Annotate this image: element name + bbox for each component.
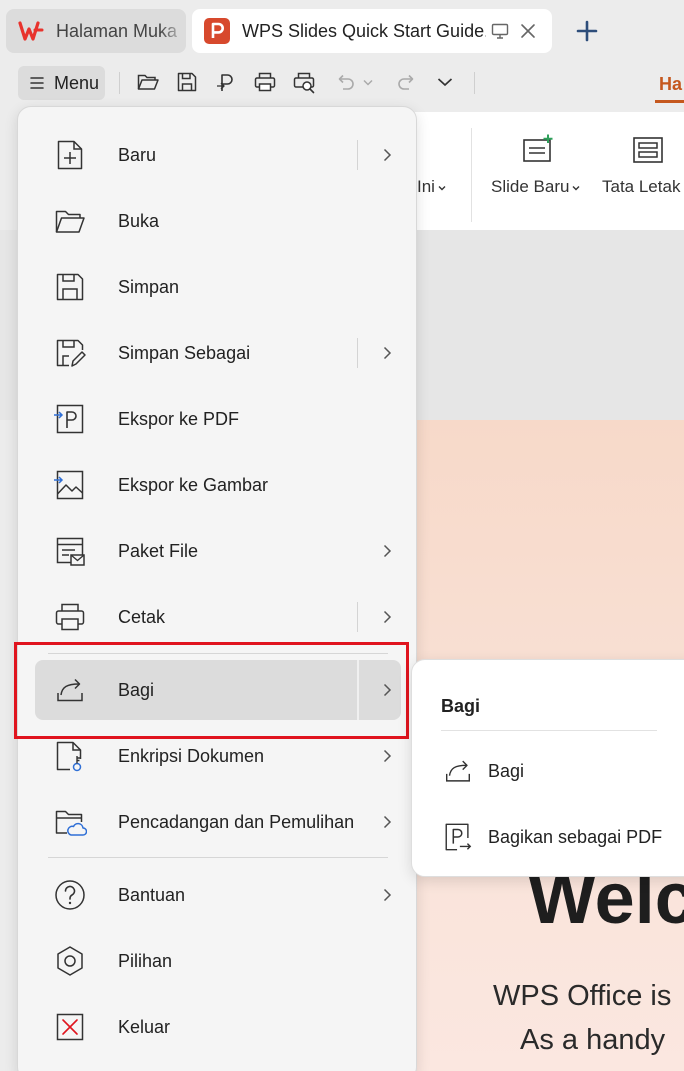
package-file-icon <box>56 537 85 566</box>
layout-button[interactable]: Tata Letak <box>602 177 680 197</box>
share-submenu: Bagi Bagi Bagikan sebagai PDF <box>411 659 684 877</box>
menu-item-label: Cetak <box>118 606 166 627</box>
wps-logo-icon <box>18 21 44 41</box>
chevron-right-icon[interactable] <box>380 610 394 624</box>
chevron-right-icon[interactable] <box>380 749 394 763</box>
new-file-icon <box>57 140 83 170</box>
menu-item-label: Ekspor ke Gambar <box>118 474 269 495</box>
new-tab-plus-icon[interactable] <box>573 17 601 45</box>
tab-bar: Halaman Muka WPS Slides Quick Start Guid… <box>0 0 684 62</box>
backup-restore-icon <box>55 810 87 836</box>
undo-dropdown-icon[interactable] <box>360 70 376 94</box>
menu-item-pilihan[interactable]: Pilihan <box>35 931 401 991</box>
submenu-title: Bagi <box>441 696 481 716</box>
print-icon[interactable] <box>253 70 277 94</box>
menu-item-label: Baru <box>118 144 157 165</box>
menu-item-label: Pilihan <box>118 950 173 971</box>
quick-toolbar: Menu Ha <box>0 62 684 104</box>
menu-item-bantuan[interactable]: Bantuan <box>35 865 401 925</box>
menu-divider <box>48 857 388 858</box>
menu-button-label: Menu <box>54 72 100 93</box>
share-pdf-icon <box>445 823 472 851</box>
ribbon-tab-home[interactable]: Ha <box>659 74 682 95</box>
slide-body-line-1: WPS Office is <box>493 980 672 1012</box>
ribbon-partial-label[interactable]: Ini <box>417 177 447 197</box>
chevron-right-icon[interactable] <box>380 815 394 829</box>
menu-item-ekspor-pdf[interactable]: Ekspor ke PDF <box>35 389 401 449</box>
undo-icon[interactable] <box>334 70 358 94</box>
menu-item-label: Bantuan <box>118 884 186 905</box>
menu-item-label: Ekspor ke PDF <box>118 408 240 429</box>
open-folder-icon[interactable] <box>136 70 160 94</box>
menu-item-keluar[interactable]: Keluar <box>35 997 401 1057</box>
menu-item-label: Paket File <box>118 540 199 561</box>
export-pdf-icon <box>54 404 84 434</box>
layout-icon[interactable] <box>631 134 665 166</box>
monitor-icon[interactable] <box>490 21 510 41</box>
tab-home-title: Halaman Muka <box>56 20 178 41</box>
print-icon <box>55 603 85 631</box>
hamburger-icon <box>30 77 44 89</box>
save-icon <box>56 273 84 301</box>
export-image-icon <box>54 470 84 500</box>
menu-item-buka[interactable]: Buka <box>35 191 401 251</box>
toolbar-separator <box>119 72 120 94</box>
save-as-icon <box>56 339 86 367</box>
menu-item-label: Simpan <box>118 276 180 297</box>
wps-slides-logo-icon <box>204 18 230 44</box>
slide-body-line-2: As a handy <box>520 1024 666 1056</box>
submenu-item-bagikan-pdf[interactable]: Bagikan sebagai PDF <box>430 809 684 865</box>
options-icon <box>57 946 83 976</box>
submenu-item-bagi[interactable]: Bagi <box>430 743 684 799</box>
tab-document-title: WPS Slides Quick Start Guide.pptx <box>242 20 486 41</box>
submenu-item-label: Bagi <box>488 760 525 781</box>
menu-item-separator <box>357 602 358 632</box>
print-preview-icon[interactable] <box>292 70 316 94</box>
main-menu-panel: Baru Buka Simpan Simpan Sebagai Ekspor k… <box>17 106 417 1071</box>
share-icon <box>446 760 470 782</box>
encrypt-document-icon <box>56 741 82 772</box>
tab-home[interactable]: Halaman Muka <box>6 9 186 53</box>
help-icon <box>55 880 85 910</box>
close-tab-icon[interactable] <box>518 21 538 41</box>
submenu-item-label: Bagikan sebagai PDF <box>488 826 663 847</box>
menu-item-label: Buka <box>118 210 160 231</box>
menu-item-baru[interactable]: Baru <box>35 125 401 185</box>
menu-item-label: Simpan Sebagai <box>118 342 251 363</box>
menu-item-label: Pencadangan dan Pemulihan <box>118 811 355 832</box>
ribbon-panel: Ini Slide Baru Tata Letak <box>410 112 684 230</box>
chevron-right-icon[interactable] <box>380 544 394 558</box>
menu-item-separator <box>357 140 358 170</box>
tab-document[interactable]: WPS Slides Quick Start Guide.pptx <box>192 9 552 53</box>
chevron-down-icon <box>438 185 446 191</box>
more-chevron-down-icon[interactable] <box>433 70 457 94</box>
menu-item-label: Enkripsi Dokumen <box>118 745 265 766</box>
submenu-divider <box>441 730 657 731</box>
menu-item-pencadangan-pemulihan[interactable]: Pencadangan dan Pemulihan <box>35 792 401 852</box>
menu-item-label: Keluar <box>118 1016 171 1037</box>
menu-button[interactable]: Menu <box>18 66 105 100</box>
new-slide-button[interactable]: Slide Baru <box>491 177 581 197</box>
menu-item-simpan-sebagai[interactable]: Simpan Sebagai <box>35 323 401 383</box>
chevron-right-icon[interactable] <box>380 148 394 162</box>
menu-item-cetak[interactable]: Cetak <box>35 587 401 647</box>
ribbon-separator <box>471 128 472 222</box>
chevron-down-icon <box>572 185 580 191</box>
export-pdf-icon[interactable] <box>214 70 238 94</box>
menu-item-simpan[interactable]: Simpan <box>35 257 401 317</box>
menu-item-paket-file[interactable]: Paket File <box>35 521 401 581</box>
folder-open-icon <box>55 210 85 233</box>
menu-item-separator <box>357 338 358 368</box>
redo-icon[interactable] <box>394 70 418 94</box>
toolbar-separator <box>474 72 475 94</box>
save-icon[interactable] <box>175 70 199 94</box>
exit-icon <box>56 1013 84 1041</box>
ribbon-tab-underline <box>655 100 684 103</box>
menu-item-ekspor-gambar[interactable]: Ekspor ke Gambar <box>35 455 401 515</box>
highlight-box <box>14 642 409 739</box>
chevron-right-icon[interactable] <box>380 346 394 360</box>
chevron-right-icon[interactable] <box>380 888 394 902</box>
new-slide-icon[interactable] <box>521 134 555 166</box>
